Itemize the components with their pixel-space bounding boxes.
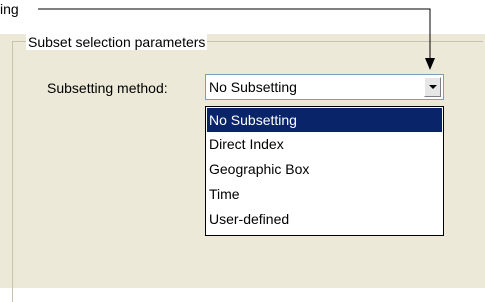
callout-arrow-icon — [425, 58, 435, 70]
option-time[interactable]: Time — [207, 182, 442, 206]
option-geographic-box[interactable]: Geographic Box — [207, 157, 442, 181]
chevron-down-icon — [429, 85, 437, 89]
subsetting-method-dropdown: No Subsetting Direct Index Geographic Bo… — [205, 106, 444, 236]
groupbox-title: Subset selection parameters — [26, 34, 208, 50]
option-no-subsetting[interactable]: No Subsetting — [207, 108, 442, 132]
subsetting-method-select[interactable]: No Subsetting — [205, 74, 444, 100]
subsetting-method-value: No Subsetting — [209, 79, 297, 95]
dropdown-button[interactable] — [424, 77, 441, 97]
callout-label: ing — [0, 1, 23, 17]
subsetting-method-label: Subsetting method: — [47, 80, 168, 96]
option-user-defined[interactable]: User-defined — [207, 207, 442, 231]
option-direct-index[interactable]: Direct Index — [207, 132, 442, 156]
